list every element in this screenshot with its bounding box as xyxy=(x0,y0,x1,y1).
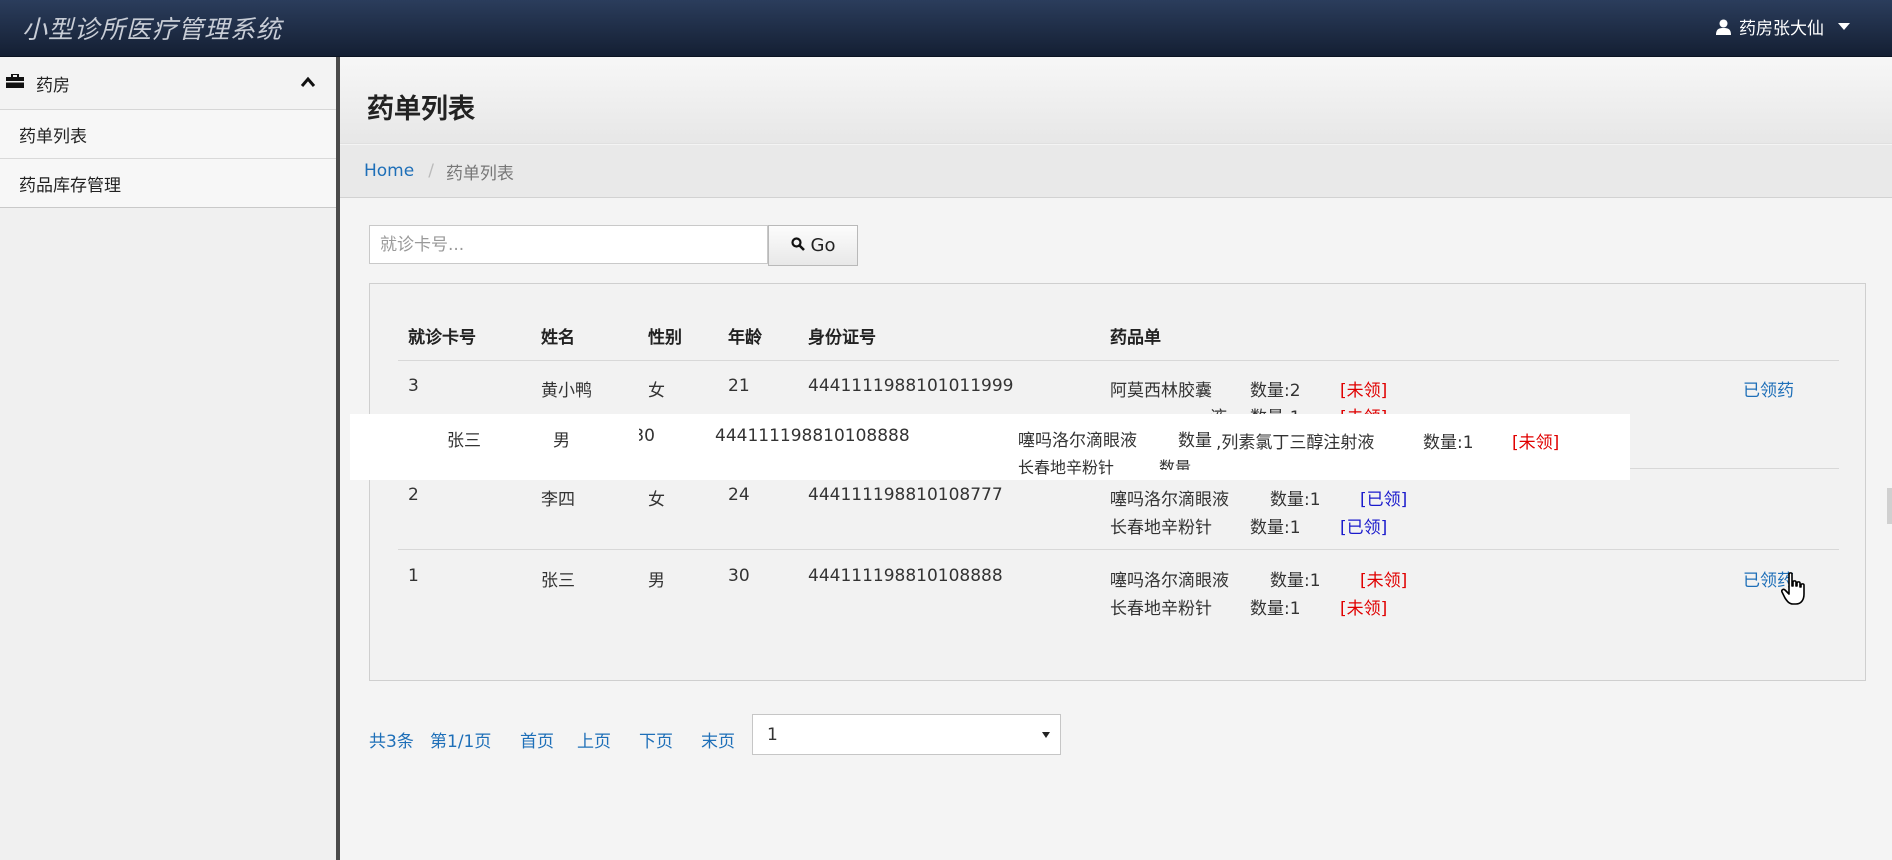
sidebar-item-label: 药单列表 xyxy=(19,126,87,147)
column-header-gender: 性别 xyxy=(648,328,682,348)
drug-qty: 数量 xyxy=(1159,458,1192,470)
drug-name: 噻吗洛尔滴眼液 xyxy=(1110,490,1229,510)
drug-qty: 数量:1 xyxy=(1423,433,1474,453)
hand-cursor-icon xyxy=(1780,572,1807,611)
cell-name: 李四 xyxy=(541,490,575,510)
column-header-id: 身份证号 xyxy=(808,328,876,348)
table-divider xyxy=(398,549,1839,550)
page-select[interactable]: 1 xyxy=(752,714,1061,755)
table-divider xyxy=(398,360,1839,361)
scrollbar-handle[interactable] xyxy=(1887,488,1892,524)
top-navbar: 小型诊所医疗管理系统 药房张大仙 xyxy=(0,0,1892,57)
sidebar: 药房 药单列表 药品库存管理 xyxy=(0,57,340,860)
go-button[interactable]: Go xyxy=(768,225,858,266)
drug-qty: 数量:2 xyxy=(1250,381,1301,401)
drug-status: [未领] xyxy=(1512,433,1560,453)
user-menu[interactable]: 药房张大仙 xyxy=(1716,14,1850,39)
drug-qty: 数量:1 xyxy=(1270,490,1321,510)
cell-gender: 男 xyxy=(553,431,570,451)
cell-name: 黄小鸭 xyxy=(541,381,592,401)
drug-name: ,列素氯丁三醇注射液 xyxy=(1216,433,1375,453)
sidebar-item-label: 药品库存管理 xyxy=(19,175,121,196)
pagination-last[interactable]: 末页 xyxy=(701,727,735,752)
breadcrumb-separator: / xyxy=(428,161,434,181)
drug-status: [未领] xyxy=(1340,381,1388,401)
drug-status: [未领] xyxy=(1360,571,1408,591)
pagination-page-info: 第1/1页 xyxy=(430,732,492,752)
sidebar-item-prescription-list[interactable]: 药单列表 xyxy=(0,110,336,159)
pagination-prev[interactable]: 上页 xyxy=(577,727,611,752)
pagination-first[interactable]: 首页 xyxy=(520,727,554,752)
drug-qty: 数量:1 xyxy=(1250,599,1301,619)
cell-card: 1 xyxy=(408,566,419,586)
column-header-drugs: 药品单 xyxy=(1110,328,1161,348)
cell-age: 24 xyxy=(728,485,750,505)
cell-age: 30 xyxy=(639,426,655,446)
caret-down-icon xyxy=(1838,23,1850,30)
cell-id: 444111198810101199​9 xyxy=(808,376,1014,396)
go-button-label: Go xyxy=(810,235,836,256)
app-title: 小型诊所医疗管理系统 xyxy=(22,15,283,44)
cell-name: 张三 xyxy=(447,431,481,451)
cell-id: 444111198810108777 xyxy=(808,485,1003,505)
cell-age: 21 xyxy=(728,376,750,396)
page-title: 药单列表 xyxy=(367,94,475,125)
cell-gender: 女 xyxy=(648,381,665,401)
drug-name: 长春地辛粉针 xyxy=(1018,458,1115,477)
drug-qty: 数量:1 xyxy=(1250,518,1301,538)
page-header: 药单列表 xyxy=(340,57,1892,144)
search-input[interactable] xyxy=(369,225,768,264)
chevron-up-icon[interactable] xyxy=(300,73,316,93)
cell-age: 30 xyxy=(728,566,750,586)
cell-gender: 男 xyxy=(648,571,665,591)
breadcrumb-current: 药单列表 xyxy=(445,163,514,184)
pagination-next[interactable]: 下页 xyxy=(639,727,673,752)
drug-status: [已领] xyxy=(1340,518,1388,538)
drug-name: 长春地辛粉针 xyxy=(1110,599,1212,619)
drug-status: [已领] xyxy=(1360,490,1408,510)
column-header-card: 就诊卡号 xyxy=(408,328,476,348)
search-icon xyxy=(790,235,805,256)
drug-name: 阿莫西林胶囊 xyxy=(1110,381,1212,401)
user-name: 药房张大仙 xyxy=(1739,19,1824,39)
dropdown-arrow-icon xyxy=(1042,732,1050,738)
cell-gender: 女 xyxy=(648,490,665,510)
cell-card: 2 xyxy=(408,485,419,505)
cell-name: 张三 xyxy=(541,571,575,591)
drug-qty: 数量:1 xyxy=(1270,571,1321,591)
render-glitch-row: 张三 男 30 444111198810108888 噻吗洛尔滴眼液 数量 ,列… xyxy=(350,414,1630,480)
sidebar-group-pharmacy[interactable]: 药房 xyxy=(0,57,336,110)
breadcrumb-home-link[interactable]: Home xyxy=(364,161,414,181)
cell-id: 444111198810108888 xyxy=(715,426,910,446)
sidebar-group-label: 药房 xyxy=(36,75,70,96)
page-select-value: 1 xyxy=(767,724,778,745)
briefcase-icon xyxy=(6,73,24,93)
dispense-link[interactable]: 已领药 xyxy=(1743,376,1794,401)
breadcrumb: Home / 药单列表 xyxy=(340,145,1892,198)
drug-name: 长春地辛粉针 xyxy=(1110,518,1212,538)
cell-card: 3 xyxy=(408,376,419,396)
sidebar-item-inventory[interactable]: 药品库存管理 xyxy=(0,159,336,208)
user-icon xyxy=(1716,19,1731,35)
column-header-age: 年龄 xyxy=(728,328,762,348)
drug-status: [未领] xyxy=(1340,599,1388,619)
drug-name: 噻吗洛尔滴眼液 xyxy=(1018,431,1137,451)
drug-qty: 数量 xyxy=(1178,431,1212,451)
drug-line: 阿莫西林胶囊 xyxy=(1110,376,1212,401)
pagination-total: 共3条 xyxy=(369,732,414,752)
column-header-name: 姓名 xyxy=(541,328,575,348)
drug-name: 噻吗洛尔滴眼液 xyxy=(1110,571,1229,591)
cell-id: 444111198810108888 xyxy=(808,566,1003,586)
